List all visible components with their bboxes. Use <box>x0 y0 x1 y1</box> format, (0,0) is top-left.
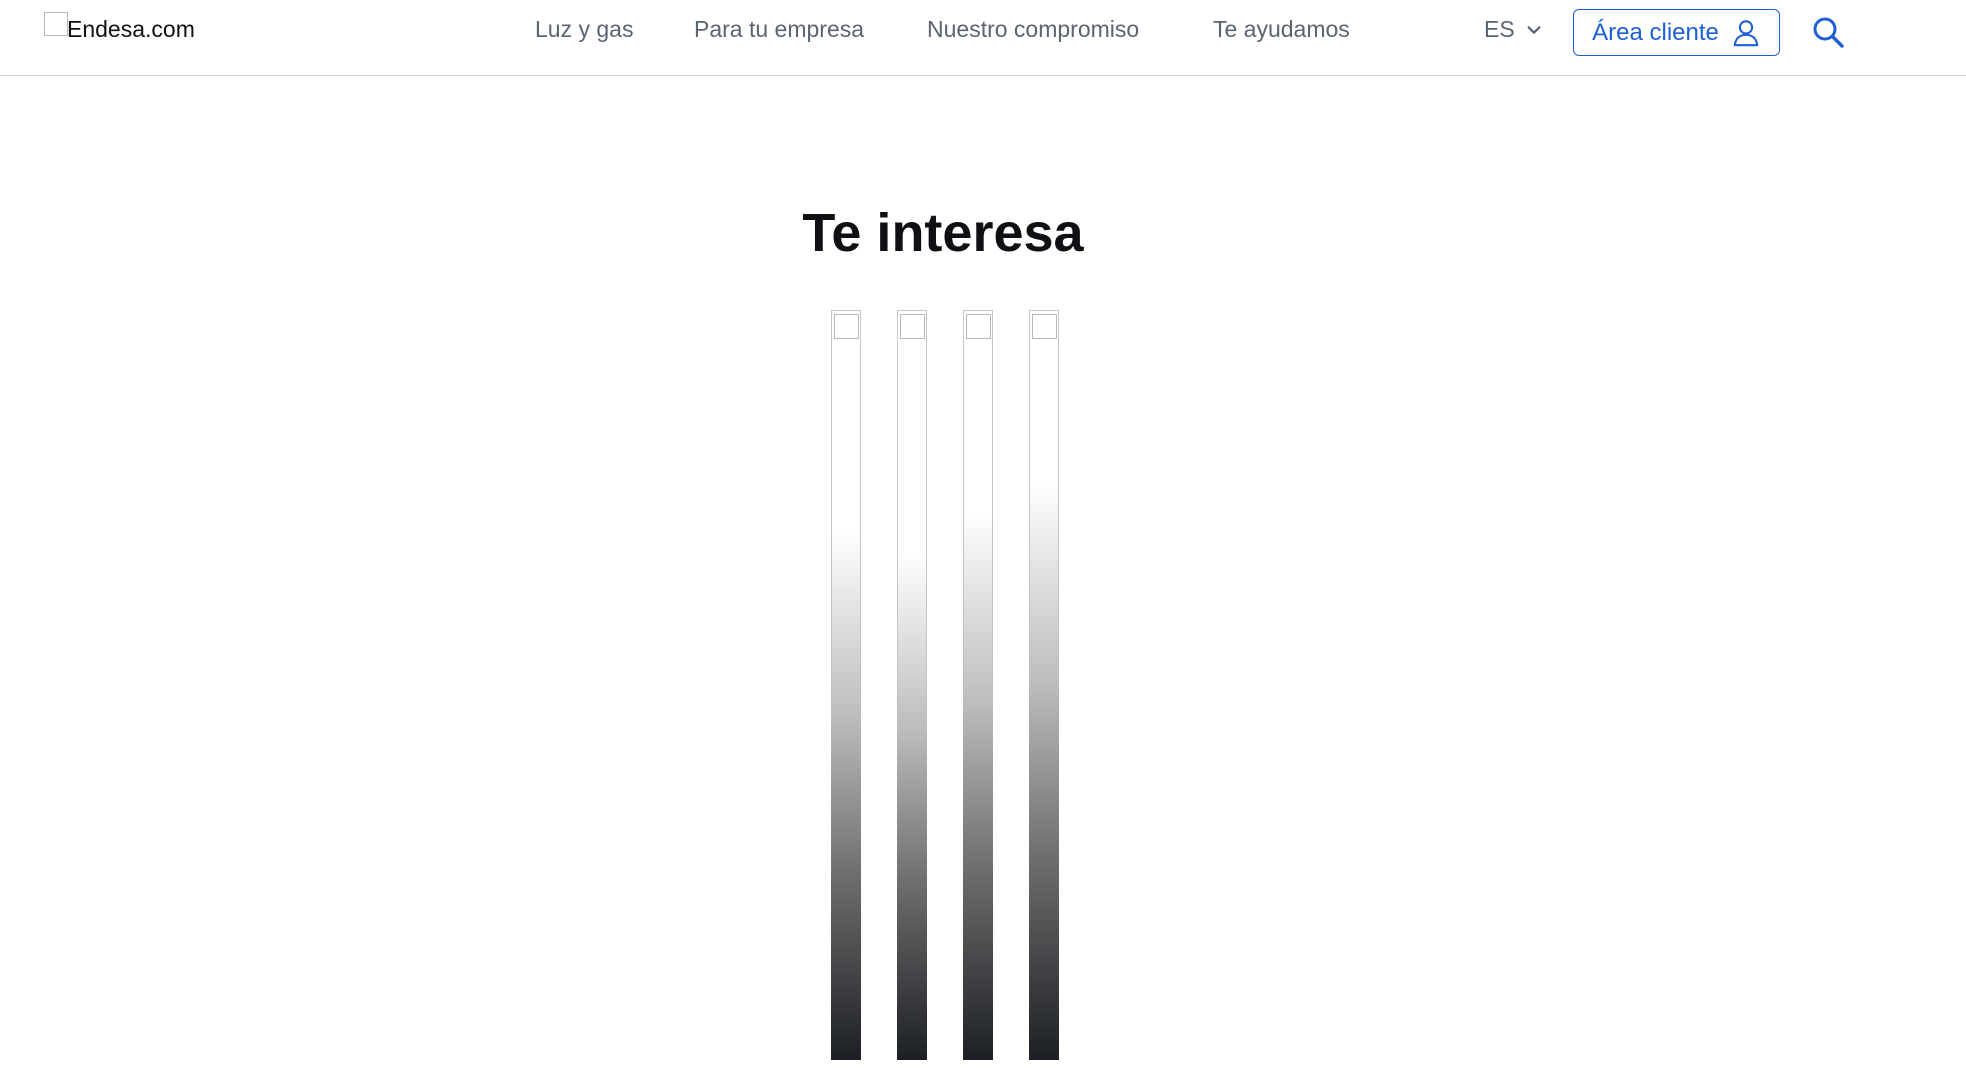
nav-item-para-tu-empresa[interactable]: Para tu empresa <box>694 16 864 43</box>
nav-item-te-ayudamos[interactable]: Te ayudamos <box>1213 16 1350 43</box>
card-endesa-conecta[interactable]: Endesa Conecta Ventajas exclusivas para … <box>897 310 1000 1060</box>
language-label: ES <box>1484 16 1515 42</box>
nav-item-nuestro-compromiso[interactable]: Nuestro compromiso <box>927 16 1139 43</box>
search-icon[interactable] <box>1810 14 1846 50</box>
card-videollamada[interactable]: Nuevos Videos Endesa Te atendemos por vi… <box>831 310 934 1060</box>
client-area-label: Área cliente <box>1592 18 1719 46</box>
client-area-button[interactable]: Área cliente <box>1573 9 1780 56</box>
cards-carousel: Nuevos Videos Endesa Te atendemos por vi… <box>831 310 1119 1060</box>
card-image <box>966 314 991 339</box>
card-text: Visita con cita Pide cita en cualquiera … <box>1072 543 1119 999</box>
nav-item-luz-y-gas[interactable]: Luz y gas <box>535 16 633 43</box>
card-image <box>900 314 925 339</box>
card-image <box>1032 314 1057 339</box>
user-icon <box>1733 19 1759 46</box>
logo-link[interactable]: Endesa.com <box>44 12 195 44</box>
logo-alt-text: Endesa.com <box>67 16 195 42</box>
card-headline: Pide cita en cualquiera de nuestras ofic… <box>1072 668 1119 993</box>
card-visita-con-cita[interactable]: Visita con cita Pide cita en cualquiera … <box>1029 310 1119 1060</box>
section-title: Te interesa <box>802 203 1084 263</box>
chevron-down-icon <box>1527 25 1541 34</box>
language-selector[interactable]: ES <box>1484 16 1543 43</box>
card-eyebrow: Visita con cita <box>1072 548 1119 645</box>
logo-image <box>44 12 68 36</box>
card-te-ayudamos[interactable]: Te Ayudamos Consulta y resuelve todas tu… <box>963 310 1066 1060</box>
site-header: Endesa.com Luz y gas Para tu empresa Nue… <box>0 0 1966 76</box>
card-image <box>834 314 859 339</box>
